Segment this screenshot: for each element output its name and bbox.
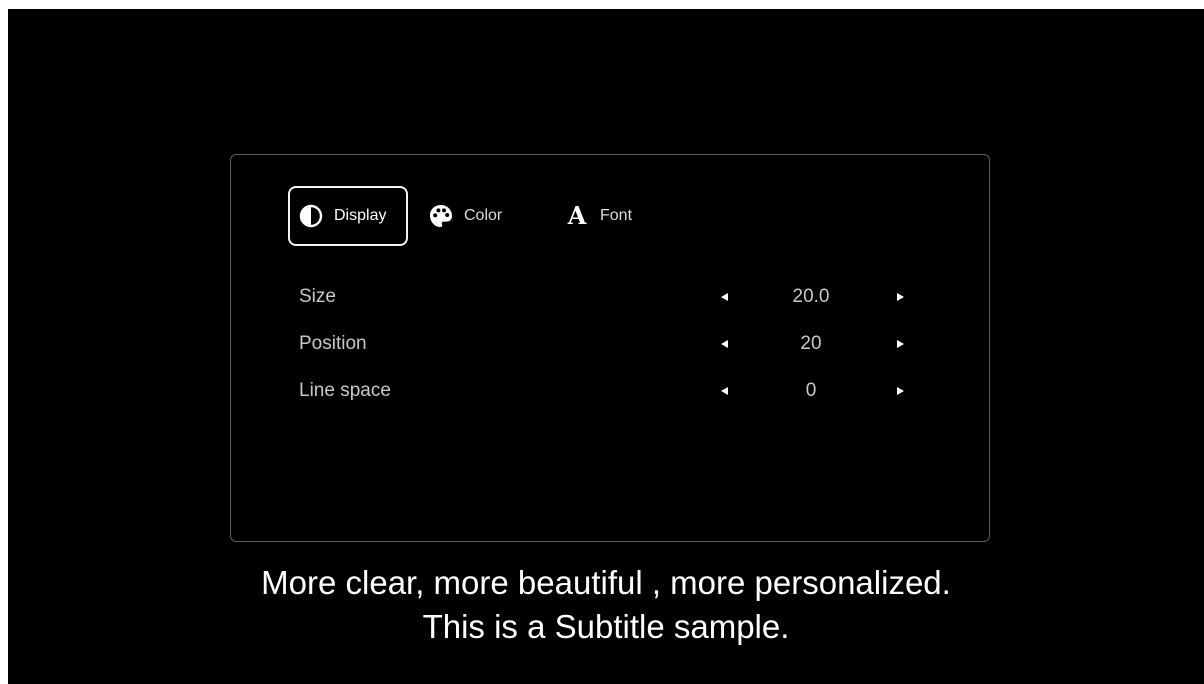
subtitle-settings-screen: Display Color A Font Size 20.0 Position …: [8, 9, 1204, 684]
subtitle-preview-line-2: This is a Subtitle sample.: [422, 608, 790, 645]
font-icon: A: [567, 201, 587, 230]
subtitle-preview-line-1: More clear, more beautiful , more person…: [261, 564, 951, 601]
setting-row-size: Size 20.0: [231, 282, 989, 312]
tab-font[interactable]: A Font: [564, 186, 632, 246]
tab-color-label: Color: [464, 207, 503, 224]
setting-value: 20.0: [792, 286, 830, 307]
tab-display[interactable]: Display: [288, 186, 408, 246]
decrease-arrow-icon[interactable]: [714, 329, 734, 359]
increase-arrow-icon[interactable]: [890, 376, 910, 406]
increase-arrow-icon[interactable]: [890, 282, 910, 312]
palette-icon: [428, 203, 454, 229]
subtitle-settings-panel: Display Color A Font Size 20.0 Position …: [230, 154, 990, 542]
setting-label: Size: [299, 286, 336, 307]
tab-color[interactable]: Color: [428, 186, 502, 246]
decrease-arrow-icon[interactable]: [714, 282, 734, 312]
contrast-icon: [298, 203, 324, 229]
setting-row-line-space: Line space 0: [231, 376, 989, 406]
tab-font-label: Font: [600, 207, 633, 224]
setting-label: Line space: [299, 380, 391, 401]
setting-label: Position: [299, 333, 367, 354]
setting-value: 20: [800, 333, 822, 354]
increase-arrow-icon[interactable]: [890, 329, 910, 359]
setting-value: 0: [805, 380, 817, 401]
decrease-arrow-icon[interactable]: [714, 376, 734, 406]
tab-display-label: Display: [334, 207, 387, 224]
setting-row-position: Position 20: [231, 329, 989, 359]
